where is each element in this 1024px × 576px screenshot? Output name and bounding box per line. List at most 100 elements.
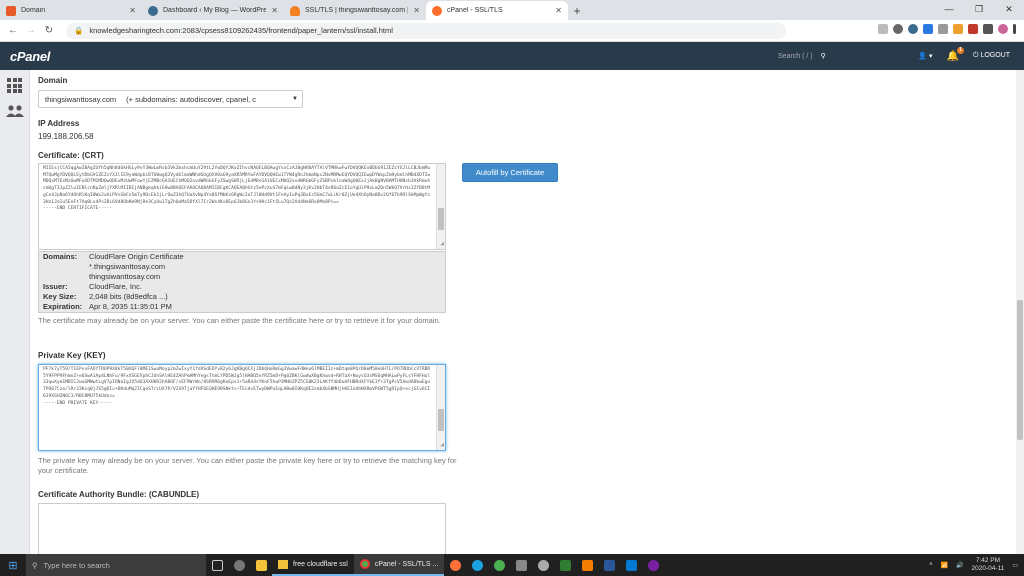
volume-icon[interactable]: 🔊 (956, 562, 963, 569)
settings-gear-icon[interactable] (532, 554, 554, 576)
ip-address-label: IP Address (38, 119, 80, 128)
edge-icon[interactable] (466, 554, 488, 576)
tab-title: SSL/TLS | thingsiwanttosay.com | A (305, 7, 409, 14)
firefox-icon[interactable] (444, 554, 466, 576)
system-tray: ˄ 📶 🔊 7:42 PM 2020-04-11 ▭ (929, 554, 1018, 576)
url-text: knowledgesharingtech.com:2083/cpsess8109… (89, 26, 393, 35)
resize-handle-icon[interactable]: ◢ (440, 241, 444, 248)
url-field[interactable]: 🔒 knowledgesharingtech.com:2083/cpsess81… (66, 22, 786, 39)
extension-icon[interactable] (968, 24, 978, 34)
private-key-help-text: The private key may already be on your s… (38, 456, 457, 475)
browser-tab-domain[interactable]: Domain ✕ (0, 1, 142, 20)
detail-value: *.thingsiwanttosay.com (89, 262, 166, 271)
new-tab-button[interactable]: + (568, 2, 586, 20)
outlook-icon[interactable] (620, 554, 642, 576)
network-icon[interactable]: 📶 (941, 562, 948, 569)
cabundle-textarea[interactable] (38, 503, 446, 554)
tab-title: Domain (21, 7, 46, 14)
reload-icon[interactable]: ↻ (40, 25, 58, 36)
app-icon[interactable] (554, 554, 576, 576)
extension-icon[interactable] (893, 24, 903, 34)
detail-row: Domains: CloudFlare Origin Certificate (43, 252, 441, 262)
rss-icon[interactable] (953, 24, 963, 34)
taskbar-clock[interactable]: 7:42 PM 2020-04-11 (972, 557, 1005, 573)
detail-value: CloudFlare, Inc. (89, 282, 142, 291)
back-icon[interactable]: ← (4, 25, 22, 36)
extension-icon[interactable] (938, 24, 948, 34)
textarea-scrollbar[interactable] (436, 365, 445, 450)
extension-icon[interactable] (908, 24, 918, 34)
autofill-by-certificate-button[interactable]: Autofill by Certificate (462, 163, 558, 182)
user-icon[interactable]: 👤 ▾ (918, 52, 932, 60)
dropdown-arrow-icon: ▼ (292, 96, 298, 102)
scrollbar-thumb[interactable] (1017, 300, 1023, 440)
browser-tab-wordpress[interactable]: Dashboard ‹ My Blog — WordPress ✕ (142, 1, 284, 20)
browser-tab-cloudflare[interactable]: SSL/TLS | thingsiwanttosay.com | A ✕ (284, 1, 426, 20)
private-key-textarea[interactable]: PF7k7yT59/T1EPvvFAOYTRUP9X8kT50XQFl0ME1S… (38, 364, 446, 451)
lock-icon: 🔒 (74, 26, 84, 35)
notifications-center-icon[interactable]: ▭ (1012, 562, 1018, 569)
extension-icon[interactable] (923, 24, 933, 34)
taskbar-item-chrome[interactable]: cPanel - SSL/TLS ... (353, 554, 445, 576)
taskbar-search[interactable]: ⚲ Type here to search (26, 554, 206, 576)
private-key-text: PF7k7yT59/T1EPvvFAOYTRUP9X8kT50XQFl0ME1S… (43, 367, 431, 406)
detail-key: Domains: (43, 252, 78, 261)
browser-tab-cpanel[interactable]: cPanel - SSL/TLS ✕ (426, 1, 568, 20)
star-icon[interactable] (878, 24, 888, 34)
detail-row: Key Size: 2,048 bits (8d9edfca ...) (43, 292, 441, 302)
page-scrollbar[interactable] (1016, 70, 1024, 554)
textarea-scrollbar[interactable] (436, 164, 445, 249)
word-icon[interactable] (598, 554, 620, 576)
chrome-icon[interactable] (488, 554, 510, 576)
close-tab-icon[interactable]: ✕ (271, 6, 278, 15)
close-tab-icon[interactable]: ✕ (413, 6, 420, 15)
ip-address-value: 199.188.206.58 (38, 132, 94, 141)
domain-select[interactable]: thingsiwanttosay.com (+ subdomains: auto… (38, 90, 303, 108)
detail-key: Expiration: (43, 302, 83, 311)
forward-icon[interactable]: → (22, 25, 40, 36)
cpanel-search[interactable]: Search ( / ) ⚲ (778, 47, 848, 65)
search-placeholder: Search ( / ) (778, 52, 813, 60)
cpanel-logo[interactable]: cPanel (10, 49, 50, 64)
logout-button[interactable]: ⏻ LOGOUT (973, 52, 1010, 60)
tray-up-icon[interactable]: ˄ (929, 562, 933, 568)
minimize-icon[interactable]: — (934, 0, 964, 18)
notifications-icon[interactable]: 🔔 1 (947, 46, 964, 62)
cpanel-header-actions: 👤 ▾ 🔔 1 ⏻ LOGOUT (918, 42, 1010, 70)
domain-label: Domain (38, 76, 68, 85)
namecheap-favicon-icon (6, 5, 16, 16)
search-icon: ⚲ (32, 560, 38, 570)
profile-avatar[interactable] (998, 24, 1008, 34)
users-icon[interactable] (6, 104, 24, 118)
search-icon: ⚲ (820, 53, 826, 60)
detail-row: *.thingsiwanttosay.com (43, 262, 441, 272)
windows-taskbar: ⊞ ⚲ Type here to search free cloudflare … (0, 554, 1024, 576)
certificate-textarea[interactable]: MIIEsjCCA5qgAwIBAgIUYh5qNh8d6kHGLy9vY3Ww… (38, 163, 446, 250)
address-bar-row: ← → ↻ 🔒 knowledgesharingtech.com:2083/cp… (0, 20, 1024, 42)
folder-icon (278, 559, 288, 569)
puzzle-icon[interactable] (983, 24, 993, 34)
menu-dots-icon[interactable] (1013, 24, 1016, 34)
window-controls: — ❐ ✕ (934, 0, 1024, 18)
task-view-icon[interactable] (206, 554, 228, 576)
close-tab-icon[interactable]: ✕ (129, 6, 136, 15)
file-explorer-icon[interactable] (250, 554, 272, 576)
vlc-icon[interactable] (576, 554, 598, 576)
detail-key: Issuer: (43, 282, 68, 291)
cpanel-header: cPanel Search ( / ) ⚲ 👤 ▾ 🔔 1 ⏻ LOGOUT (0, 42, 1024, 70)
home-grid-icon[interactable] (7, 78, 22, 93)
private-key-label: Private Key (KEY) (38, 351, 106, 360)
resize-handle-icon[interactable]: ◢ (440, 442, 444, 449)
taskbar-item-folder[interactable]: free cloudflare ssl (272, 554, 354, 576)
calculator-icon[interactable] (510, 554, 532, 576)
tab-title: Dashboard ‹ My Blog — WordPress (163, 7, 267, 14)
close-tab-icon[interactable]: ✕ (555, 6, 562, 15)
logout-label: LOGOUT (980, 52, 1010, 59)
chrome-icon (359, 559, 370, 569)
gaming-icon[interactable] (228, 554, 250, 576)
media-icon[interactable] (642, 554, 664, 576)
restore-icon[interactable]: ❐ (964, 0, 994, 18)
certificate-label: Certificate: (CRT) (38, 151, 104, 160)
windows-start-icon[interactable]: ⊞ (0, 554, 26, 576)
close-window-icon[interactable]: ✕ (994, 0, 1024, 18)
